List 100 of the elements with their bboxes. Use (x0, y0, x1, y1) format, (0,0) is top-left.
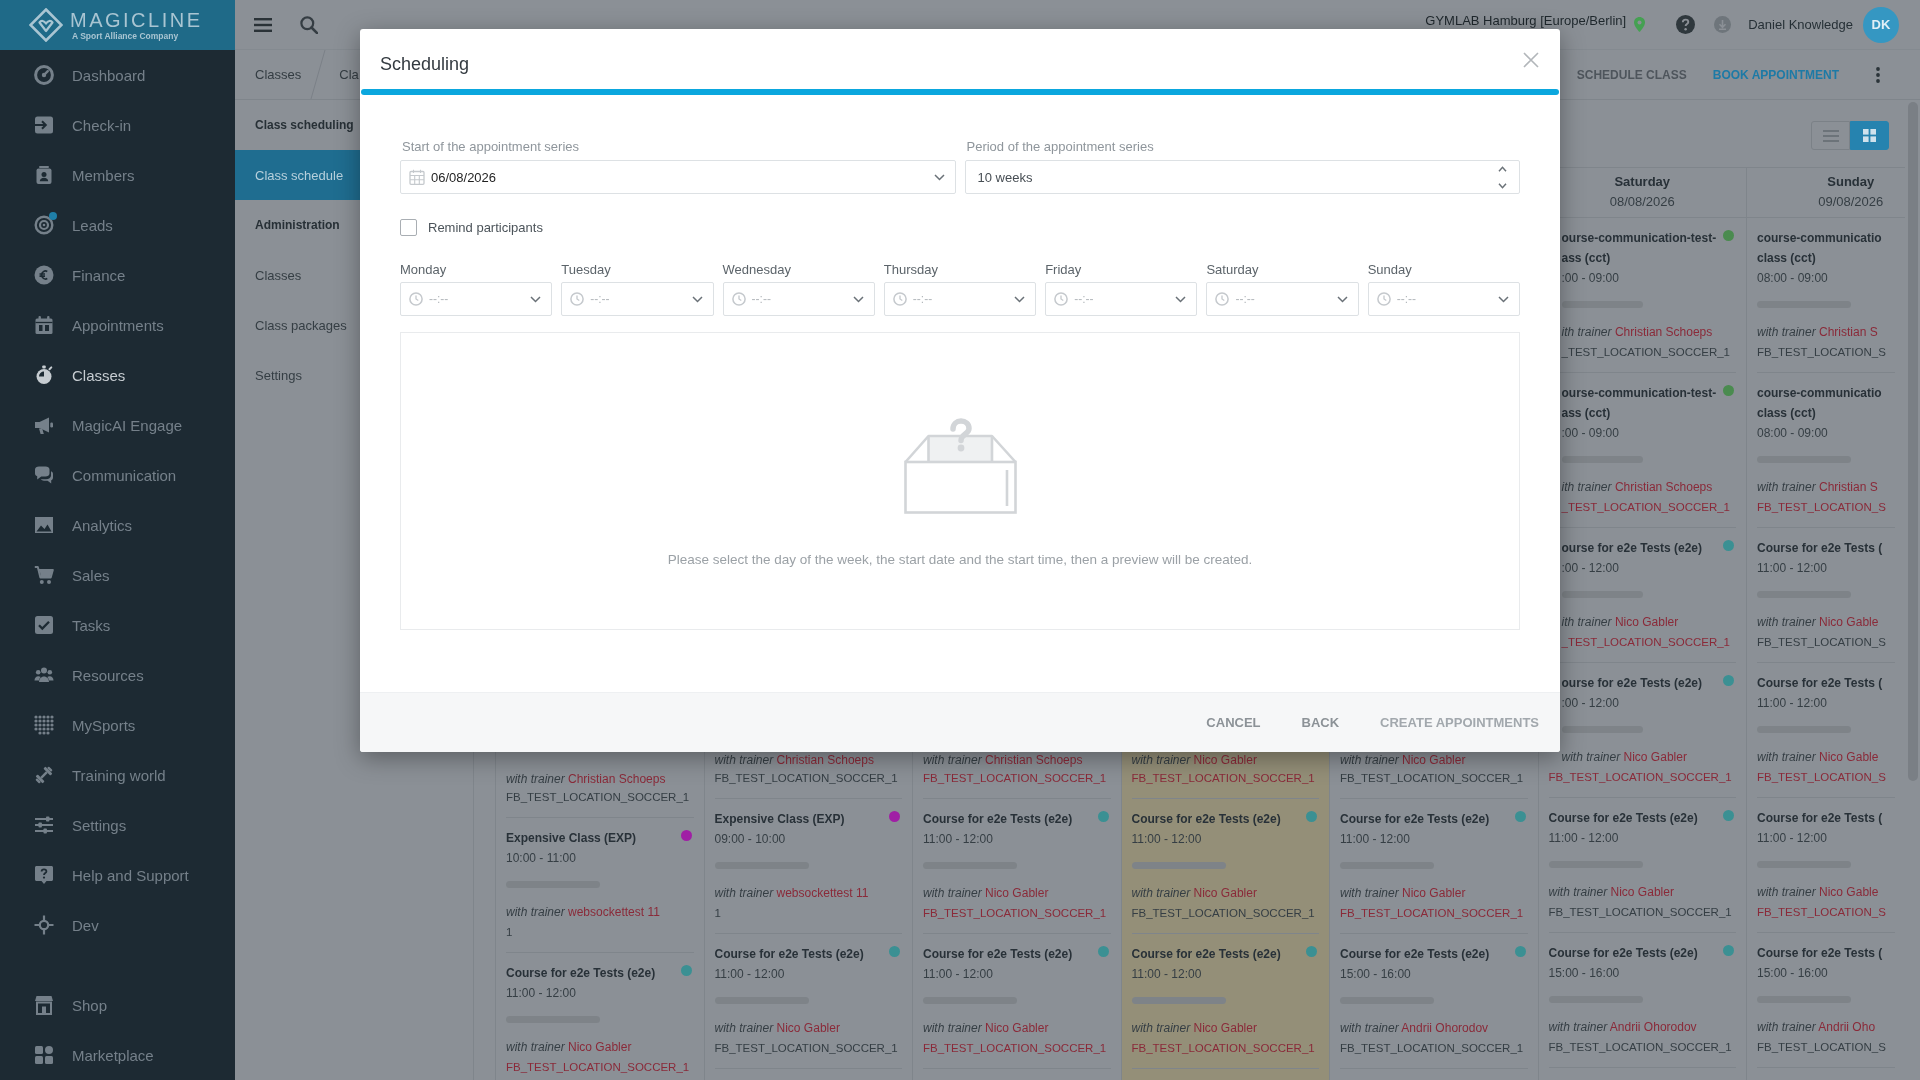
sidebar-item[interactable]: Finance (0, 250, 235, 300)
event-card[interactable]: Course for e2e Tests (e2e) 15:00 - 16:00 with trainer Andrii Ohorodov FB_TEST_LOCATION_SOCCER_1 (1340, 934, 1528, 1069)
trainer-name[interactable]: Nico Gabler (985, 886, 1049, 900)
date-field[interactable]: 06/08/2026 (400, 160, 956, 194)
event-card[interactable]: Course for e2e Tests (e2e) 15:00 - 16:00 with trainer Andrii Ohorodov FB_TEST_LOCATION_SOCCER_1 (1548, 933, 1736, 1068)
sidebar-item[interactable]: Help and Support (0, 850, 235, 900)
event-title: Course for e2e Tests (e2e) (1131, 811, 1281, 828)
sidebar-item[interactable]: Analytics (0, 500, 235, 550)
time-select[interactable]: --:-- (1206, 282, 1359, 316)
event-card[interactable]: Course for e2e Tests ( 11:00 - 12:00 with trainer Nico Gable FB_TEST_LOCATION_S (1757, 663, 1895, 798)
event-card[interactable]: Course for e2e Tests (e2e) 11:00 - 12:00 with trainer Nico Gabler FB_TEST_LOCATION_SOCCER_1 (1131, 799, 1319, 934)
trainer-name[interactable]: Nico Gabler (1193, 886, 1257, 900)
event-card[interactable]: Course for e2e Tests (e2e) 11:00 - 12:00 with trainer Nico Gabler FB_TEST_LOCATION_SOCCER_1 (1548, 798, 1736, 933)
time-select[interactable]: --:-- (883, 282, 1037, 316)
trainer-name[interactable]: Christian S (1819, 480, 1878, 494)
user-name[interactable]: Daniel Knowledge (1748, 17, 1853, 32)
trainer-name[interactable]: Christian Schoeps (1614, 325, 1713, 339)
event-card[interactable]: course-communicatio class (cct) 08:00 - 09:00 with trainer Christian S FB_TEST_LOCATION_S (1757, 373, 1895, 528)
event-card[interactable]: Expensive Class (EXP) 09:00 - 10:00 with trainer websockettest 11 1 (714, 799, 902, 934)
trainer-label: with trainer (1131, 886, 1191, 900)
trainer-name[interactable]: Christian Schoeps (568, 772, 666, 786)
trainer-name[interactable]: websockettest 11 (776, 886, 869, 900)
trainer-name[interactable]: Nico Gabler (985, 1021, 1049, 1035)
trainer-name[interactable]: Nico Gabler (1193, 753, 1257, 767)
event-card[interactable]: Course for e2e Tests (e2e) 11:00 - 12:00 with trainer Nico Gabler FB_TEST_LOCATION_SOCCER_1 (923, 934, 1111, 1069)
location-name[interactable]: GYMLAB Hamburg [Europe/Berlin] (1425, 14, 1627, 28)
trainer-label: with trainer (1548, 1020, 1608, 1034)
trainer-name[interactable]: Nico Gable (1819, 885, 1879, 899)
checkbox[interactable] (400, 219, 417, 236)
trainer-name[interactable]: Nico Gable (1819, 615, 1879, 629)
trainer-name[interactable]: Nico Gabler (1402, 886, 1466, 900)
event-card[interactable]: Course for e2e Tests (e2e) 11:00 - 12:00 with trainer Nico Gabler FB_TEST_LOCATION_SOCCER_1 (714, 934, 902, 1069)
trainer-name[interactable]: Christian Schoeps (776, 753, 874, 767)
trainer-name[interactable]: Christian Schoeps (1614, 480, 1713, 494)
time-select[interactable]: --:-- (722, 282, 875, 316)
sidebar-item[interactable]: Marketplace (0, 1030, 235, 1080)
sidebar-item[interactable]: MagicAI Engage (0, 400, 235, 450)
trainer-name[interactable]: Nico Gabler (1610, 885, 1674, 899)
checkbox-label[interactable]: Remind participants (428, 220, 543, 235)
sidebar-item[interactable]: MySports (0, 700, 235, 750)
event-card[interactable]: course-communicatio class (cct) 08:00 - 09:00 with trainer Christian S FB_TEST_LOCATION_S (1757, 218, 1895, 373)
sidebar-item[interactable]: Communication (0, 450, 235, 500)
sidebar-item[interactable]: Classes (0, 350, 235, 400)
event-card[interactable]: Course for e2e Tests (e2e) 11:00 - 12:00 with trainer Nico Gabler FB_TEST_LOCATION_SOCCER_1 (1340, 799, 1528, 934)
dialog-button[interactable]: BACK (1281, 704, 1360, 741)
chevron-down-icon[interactable] (1498, 182, 1507, 189)
trainer-name[interactable]: Nico Gable (1819, 750, 1879, 764)
chevron-up-icon[interactable] (1498, 165, 1507, 172)
search-icon[interactable] (300, 15, 318, 34)
trainer-name[interactable]: Nico Gabler (1402, 753, 1466, 767)
event-card[interactable]: Course for e2e Tests (e2e) 11:00 - 12:00 with trainer Nico Gabler FB_TEST_LOCATION_SOCCER_1 (923, 799, 1111, 934)
view-toggle-button[interactable] (1811, 121, 1850, 150)
event-card[interactable]: with trainer Christian Schoeps FB_TEST_LOCATION_SOCCER_1 (506, 771, 694, 818)
trainer-name[interactable]: Nico Gabler (568, 1040, 632, 1054)
breadcrumb-link[interactable]: Classes (255, 67, 302, 82)
trainer-name[interactable]: Christian Schoeps (985, 753, 1083, 767)
chevron-down-icon (1175, 295, 1187, 303)
trainer-name[interactable]: Nico Gabler (1623, 750, 1687, 764)
event-card[interactable]: Course for e2e Tests (e2e) 11:00 - 12:00 with trainer Nico Gabler FB_TEST_LOCATION_SOCCER_1 (1131, 934, 1319, 1069)
event-title: Course for e2e Tests (e2e) (923, 946, 1073, 963)
trainer-name[interactable]: websockettest 11 (568, 905, 660, 919)
time-select[interactable]: --:-- (561, 282, 714, 316)
sidebar-item[interactable]: Dev (0, 900, 235, 950)
time-select[interactable]: --:-- (1367, 282, 1520, 316)
event-card[interactable]: Course for e2e Tests ( 11:00 - 12:00 with trainer Nico Gable FB_TEST_LOCATION_S (1757, 528, 1895, 663)
view-toggle-button[interactable] (1850, 121, 1889, 150)
event-card[interactable]: Course for e2e Tests (e2e) 11:00 - 12:00 with trainer Nico Gabler FB_TEST_LOCATION_SOCCER_1 (506, 953, 694, 1080)
more-icon[interactable] (1876, 66, 1880, 83)
trainer-name[interactable]: Andrii Ohorodov (1609, 1020, 1697, 1034)
time-select[interactable]: --:-- (1045, 282, 1198, 316)
trainer-name[interactable]: Andrii Oho (1818, 1020, 1876, 1034)
sidebar-item[interactable]: Appointments (0, 300, 235, 350)
sidebar-item[interactable]: Check-in (0, 100, 235, 150)
sidebar-item[interactable]: Sales (0, 550, 235, 600)
breadcrumb-link[interactable]: Cla (339, 67, 359, 82)
sidebar-item[interactable]: Members (0, 150, 235, 200)
sidebar-item[interactable]: Settings (0, 800, 235, 850)
trainer-name[interactable]: Nico Gabler (1614, 615, 1679, 629)
trainer-label: with trainer (923, 886, 982, 900)
event-card[interactable]: Expensive Class (EXP) 10:00 - 11:00 with trainer websockettest 11 1 (506, 818, 694, 953)
sidebar-item[interactable]: Tasks (0, 600, 235, 650)
chevron-down-icon (933, 173, 945, 181)
time-select[interactable]: --:-- (400, 282, 553, 316)
close-icon[interactable] (1523, 52, 1539, 68)
trainer-name[interactable]: Nico Gabler (1193, 1021, 1257, 1035)
help-icon[interactable] (1676, 15, 1696, 34)
user-avatar[interactable]: DK (1863, 6, 1899, 43)
dialog-button[interactable]: CANCEL (1186, 704, 1281, 741)
trainer-name[interactable]: Christian S (1819, 325, 1878, 339)
menu-icon[interactable] (254, 17, 272, 32)
sidebar-item[interactable]: Resources (0, 650, 235, 700)
trainer-name[interactable]: Nico Gabler (776, 1021, 840, 1035)
event-card[interactable]: Course for e2e Tests ( 11:00 - 12:00 with trainer Nico Gable FB_TEST_LOCATION_S (1757, 798, 1895, 933)
sidebar-item[interactable]: Training world (0, 750, 235, 800)
trainer-name[interactable]: Andrii Ohorodov (1401, 1021, 1489, 1035)
number-field[interactable]: 10 weeks (964, 160, 1520, 194)
sidebar-item[interactable]: Shop (0, 980, 235, 1030)
sidebar-item[interactable]: Leads (0, 200, 235, 250)
sidebar-item[interactable]: Dashboard (0, 50, 235, 100)
event-card[interactable]: Course for e2e Tests ( 15:00 - 16:00 with trainer Andrii Oho FB_TEST_LOCATION_S (1757, 933, 1895, 1068)
